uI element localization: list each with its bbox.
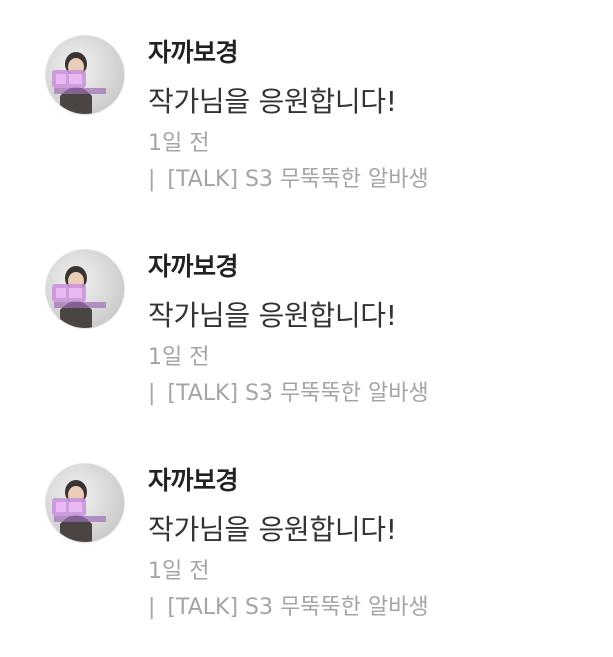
comment-message: 작가님을 응원합니다! xyxy=(148,85,397,118)
separator: | xyxy=(148,595,156,620)
comment-message: 작가님을 응원합니다! xyxy=(148,513,397,546)
comment-message: 작가님을 응원합니다! xyxy=(148,299,397,332)
comment-item: 자까보경 작가님을 응원합니다! 1일 전 | [TALK] S3 무뚝뚝한 알바… xyxy=(0,214,613,428)
user-avatar-icon[interactable] xyxy=(45,463,125,543)
comment-episode-link[interactable]: | [TALK] S3 무뚝뚝한 알바생 xyxy=(148,589,429,621)
comment-author[interactable]: 자까보경 xyxy=(148,33,239,69)
separator: | xyxy=(148,167,156,192)
comment-item: 자까보경 작가님을 응원합니다! 1일 전 | [TALK] S3 무뚝뚝한 알바… xyxy=(0,428,613,642)
comment-time: 1일 전 xyxy=(148,131,210,156)
comment-episode-link[interactable]: | [TALK] S3 무뚝뚝한 알바생 xyxy=(148,161,429,193)
user-avatar-icon[interactable] xyxy=(45,35,125,115)
episode-title: [TALK] S3 무뚝뚝한 알바생 xyxy=(167,381,429,406)
comment-author[interactable]: 자까보경 xyxy=(148,247,239,283)
user-avatar-icon[interactable] xyxy=(45,249,125,329)
comment-time: 1일 전 xyxy=(148,559,210,584)
episode-title: [TALK] S3 무뚝뚝한 알바생 xyxy=(167,167,429,192)
comment-episode-link[interactable]: | [TALK] S3 무뚝뚝한 알바생 xyxy=(148,375,429,407)
episode-title: [TALK] S3 무뚝뚝한 알바생 xyxy=(167,595,429,620)
separator: | xyxy=(148,381,156,406)
comment-item: 자까보경 작가님을 응원합니다! 1일 전 | [TALK] S3 무뚝뚝한 알바… xyxy=(0,0,613,214)
comment-time: 1일 전 xyxy=(148,345,210,370)
comment-author[interactable]: 자까보경 xyxy=(148,461,239,497)
